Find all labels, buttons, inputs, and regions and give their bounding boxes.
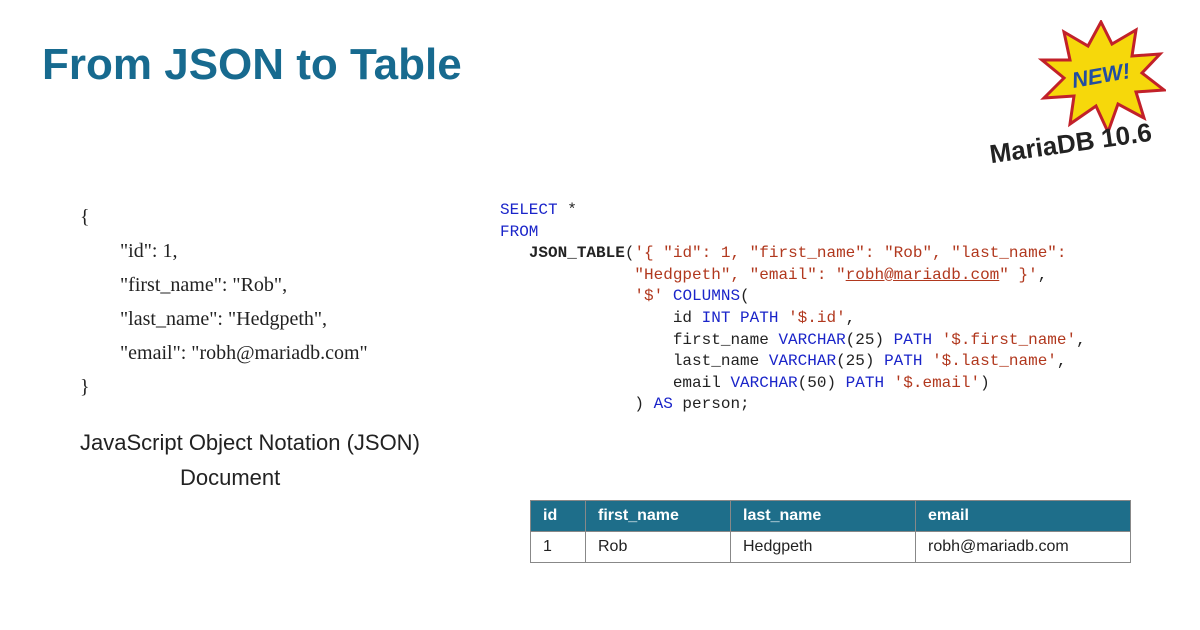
json-line: "last_name": "Hedgpeth", [80, 302, 368, 336]
cell-first-name: Rob [586, 532, 731, 563]
json-line: "email": "robh@mariadb.com" [80, 336, 368, 370]
json-line: "id": 1, [80, 234, 368, 268]
kw-as: AS [654, 395, 673, 413]
email-link: robh@mariadb.com [846, 266, 1000, 284]
json-caption-line2: Document [180, 465, 280, 491]
table-row: 1 Rob Hedgpeth robh@mariadb.com [531, 532, 1131, 563]
col-header-first-name: first_name [586, 501, 731, 532]
sql-code-block: SELECT * FROM JSON_TABLE('{ "id": 1, "fi… [500, 200, 1086, 416]
json-brace-open: { [80, 200, 368, 234]
kw-columns: COLUMNS [663, 287, 740, 305]
col-header-id: id [531, 501, 586, 532]
json-line: "first_name": "Rob", [80, 268, 368, 302]
cell-last-name: Hedgpeth [731, 532, 916, 563]
slide-title: From JSON to Table [42, 40, 462, 90]
kw-from: FROM [500, 223, 538, 241]
table-header-row: id first_name last_name email [531, 501, 1131, 532]
cell-email: robh@mariadb.com [916, 532, 1131, 563]
json-arg-line1: '{ "id": 1, "first_name": "Rob", "last_n… [634, 244, 1066, 262]
cell-id: 1 [531, 532, 586, 563]
json-caption-line1: JavaScript Object Notation (JSON) [80, 430, 420, 456]
fn-json-table: JSON_TABLE [529, 244, 625, 262]
result-table: id first_name last_name email 1 Rob Hedg… [530, 500, 1131, 563]
root-path: '$' [634, 287, 663, 305]
col-header-email: email [916, 501, 1131, 532]
json-brace-close: } [80, 370, 368, 404]
json-document: { "id": 1, "first_name": "Rob", "last_na… [80, 200, 368, 404]
col-header-last-name: last_name [731, 501, 916, 532]
kw-select: SELECT [500, 201, 558, 219]
slide: From JSON to Table NEW! MariaDB 10.6 { "… [0, 0, 1200, 630]
